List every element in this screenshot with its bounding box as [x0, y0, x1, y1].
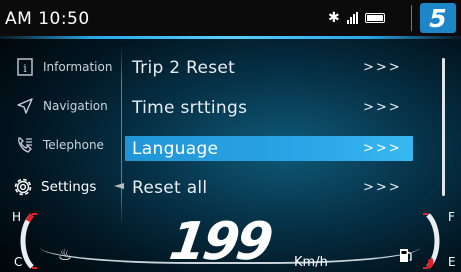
- sidebar-item-settings[interactable]: Settings: [0, 172, 120, 202]
- signal-icon: [346, 12, 358, 24]
- speed-unit: Km/h: [294, 255, 328, 270]
- menu-item-reset-all[interactable]: Reset all >>>: [125, 175, 413, 200]
- menu-item-label: Language: [132, 138, 219, 159]
- chevron-right-icon: >>>: [363, 180, 402, 195]
- chevron-right-icon: >>>: [363, 141, 402, 156]
- menu-scrollbar[interactable]: [442, 58, 445, 196]
- sidebar-divider: [121, 46, 122, 226]
- bluetooth-icon: ✱: [328, 10, 340, 26]
- clock-time: AM 10:50: [5, 9, 90, 29]
- speed-readout: 199: [165, 212, 274, 272]
- header-accent-line: [0, 36, 461, 39]
- sidebar-item-label: Information: [43, 60, 113, 74]
- menu-item-label: Trip 2 Reset: [132, 57, 236, 78]
- chevron-right-icon: >>>: [363, 100, 402, 115]
- status-icons: ✱: [328, 9, 385, 27]
- dashboard-screen: AM 10:50 ✱ 5 i Information Navigation Te…: [0, 0, 461, 272]
- sidebar-item-label: Navigation: [43, 99, 108, 113]
- menu-item-time-settings[interactable]: Time srttings >>>: [125, 95, 413, 120]
- fuel-full-label: F: [448, 210, 455, 224]
- temp-high-label: H: [12, 210, 22, 224]
- coolant-temperature-icon: ♨: [58, 245, 73, 264]
- temp-low-label: C: [14, 255, 23, 269]
- chevron-right-icon: >>>: [363, 60, 402, 75]
- status-divider: [411, 5, 412, 31]
- fuel-pump-icon: [400, 249, 412, 262]
- sidebar-item-information[interactable]: i Information: [0, 52, 120, 82]
- sidebar-item-label: Telephone: [43, 138, 104, 152]
- sidebar-item-navigation[interactable]: Navigation: [0, 91, 120, 121]
- navigation-icon: [14, 95, 36, 117]
- battery-icon: [364, 13, 385, 23]
- brand-logo: 5: [420, 3, 456, 33]
- fuel-gauge: [422, 213, 442, 270]
- svg-text:i: i: [23, 62, 27, 75]
- sidebar-item-telephone[interactable]: Telephone: [0, 130, 120, 160]
- telephone-icon: [14, 134, 36, 156]
- fuel-empty-label: E: [448, 255, 456, 269]
- menu-item-label: Time srttings: [132, 97, 248, 118]
- settings-icon: [12, 176, 34, 198]
- menu-item-language[interactable]: Language >>>: [125, 136, 413, 161]
- status-bar: AM 10:50 ✱ 5: [0, 0, 461, 36]
- sidebar-item-label: Settings: [41, 179, 97, 195]
- menu-item-trip-2-reset[interactable]: Trip 2 Reset >>>: [125, 55, 413, 80]
- menu-item-label: Reset all: [132, 177, 208, 198]
- info-icon: i: [14, 56, 36, 78]
